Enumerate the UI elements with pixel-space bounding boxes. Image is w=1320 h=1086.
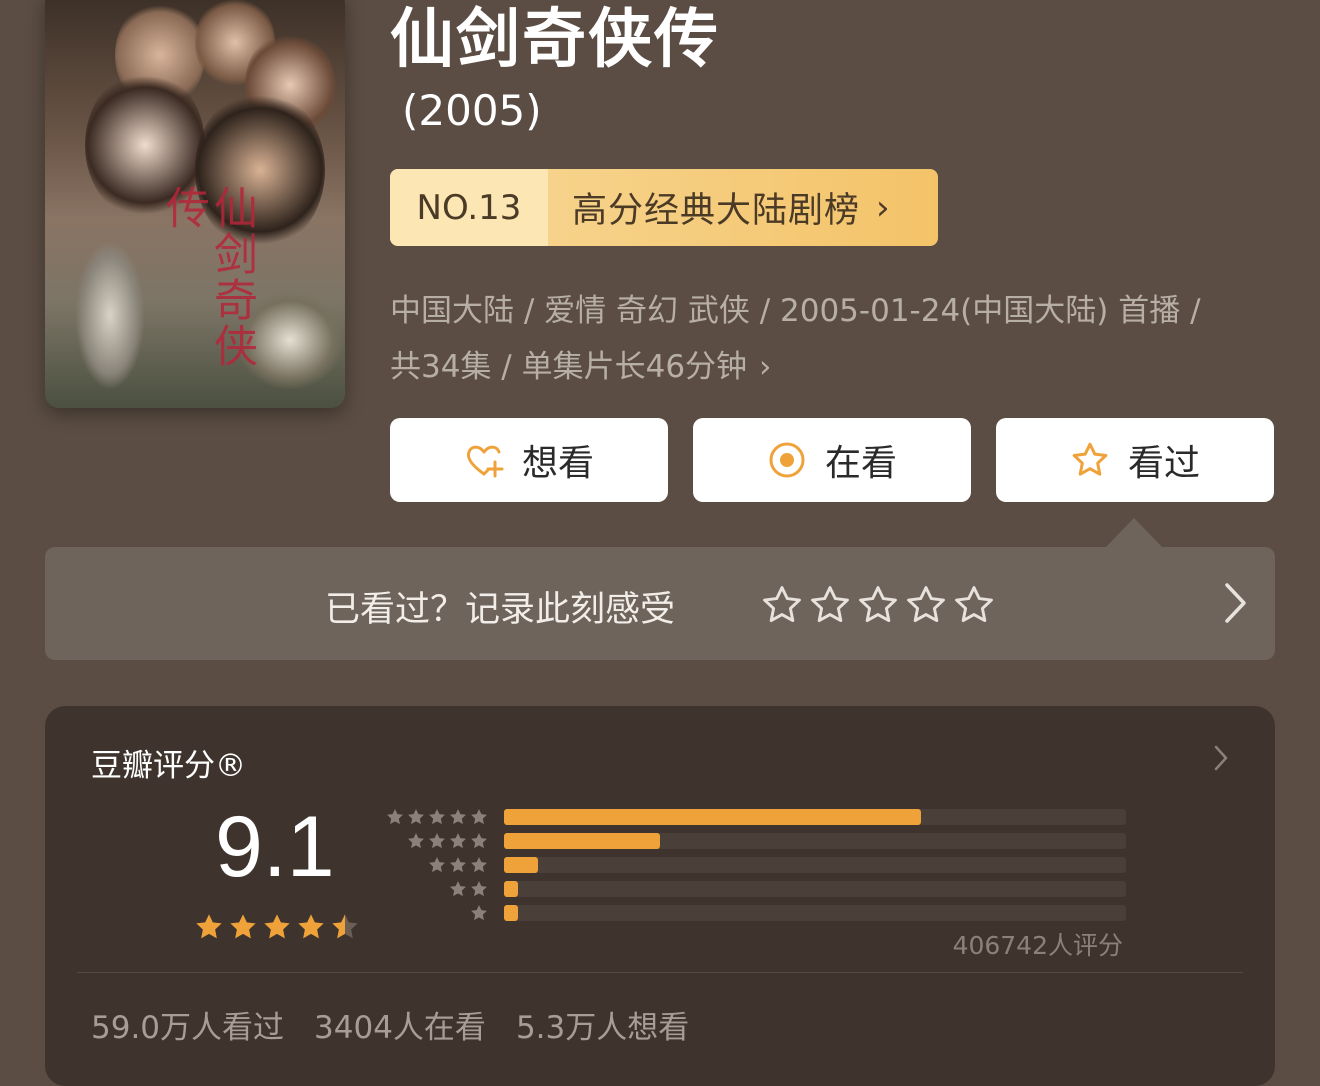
star-small-icon (387, 809, 403, 825)
star-small-icon (450, 881, 466, 897)
star-small-icon (471, 905, 487, 921)
star-small-icon (471, 857, 487, 873)
chevron-right-icon: › (759, 349, 772, 385)
star-small-icon (450, 857, 466, 873)
star-filled-icon (230, 914, 256, 939)
rank-list-name: 高分经典大陆剧榜 › (548, 169, 938, 246)
rating-stars (193, 911, 361, 943)
vote-count: 406742人评分 (952, 931, 1123, 960)
want-count[interactable]: 5.3万人想看 (516, 1002, 689, 1047)
star-small-icon (450, 809, 466, 825)
target-icon (769, 442, 805, 478)
star-small-icon (471, 809, 487, 825)
distribution-row (385, 878, 1145, 898)
distribution-stars (469, 903, 489, 923)
distribution-track (504, 881, 1126, 897)
star-outline-icon[interactable] (904, 583, 948, 627)
popover-pointer (1105, 518, 1163, 548)
star-small-icon (471, 881, 487, 897)
distribution-bar (504, 833, 660, 849)
distribution-bar (504, 809, 921, 825)
star-outline-icon[interactable] (856, 583, 900, 627)
rate-prompt-text: 已看过？记录此刻感受 (325, 590, 676, 630)
star-small-icon (471, 833, 487, 849)
distribution-row (385, 902, 1145, 922)
star-small-icon (408, 833, 424, 849)
rating-score: 9.1 (215, 799, 335, 895)
distribution-track (504, 833, 1126, 849)
watched-label: 看过 (1127, 443, 1200, 484)
ranking-badge[interactable]: NO.13 高分经典大陆剧榜 › (390, 169, 938, 246)
want-to-watch-label: 想看 (521, 443, 594, 484)
watched-count[interactable]: 59.0万人看过 (91, 1002, 284, 1047)
distribution-track (504, 905, 1126, 921)
rate-prompt-bar[interactable]: 已看过？记录此刻感受 (45, 547, 1275, 660)
distribution-stars (406, 831, 489, 851)
star-small-icon (450, 833, 466, 849)
rating-card-title: 豆瓣评分® (91, 748, 246, 784)
distribution-stars (385, 807, 489, 827)
distribution-stars (427, 855, 489, 875)
star-small-icon (429, 857, 445, 873)
star-outline-icon (1072, 442, 1108, 476)
watching-label: 在看 (824, 443, 897, 484)
chevron-right-icon (1225, 583, 1246, 623)
star-half-icon (332, 914, 358, 939)
star-filled-icon (264, 914, 290, 939)
star-outline-icon[interactable] (760, 583, 804, 627)
star-small-icon (408, 809, 424, 825)
release-year: (2005) (402, 86, 542, 135)
page-title: 仙剑奇侠传 (390, 3, 720, 77)
distribution-row (385, 854, 1145, 874)
rank-number: NO.13 (390, 169, 548, 246)
want-to-watch-button[interactable]: 想看 (390, 418, 668, 502)
show-meta-info[interactable]: 中国大陆 / 爱情 奇幻 武侠 / 2005-01-24(中国大陆) 首播 / … (390, 283, 1270, 395)
poster-title-calligraphy: 仙剑奇侠传 (158, 185, 257, 369)
watching-count[interactable]: 3404人在看 (314, 1002, 486, 1047)
distribution-row (385, 806, 1145, 826)
star-outline-icon[interactable] (952, 583, 996, 627)
star-outline-icon[interactable] (808, 583, 852, 627)
watch-stats: 59.0万人看过 3404人在看 5.3万人想看 (91, 1002, 689, 1047)
meta-line-1: 中国大陆 / 爱情 奇幻 武侠 / 2005-01-24(中国大陆) 首播 / (390, 293, 1201, 329)
distribution-stars (448, 879, 489, 899)
meta-line-2: 共34集 / 单集片长46分钟 › (390, 339, 1270, 395)
distribution-bar (504, 905, 518, 921)
distribution-track (504, 857, 1126, 873)
heart-plus-icon (466, 445, 504, 478)
poster-image[interactable]: 仙剑奇侠传 (45, 0, 345, 408)
poster-figure (75, 240, 145, 390)
star-filled-icon (196, 914, 222, 939)
chevron-right-icon (1214, 745, 1228, 771)
meta-episodes: 共34集 / 单集片长46分钟 (390, 349, 748, 385)
rate-stars (760, 583, 996, 627)
rating-card[interactable]: 豆瓣评分® 9.1 406742人评分 59.0万人看过 3404人在看 5.3… (45, 706, 1275, 1086)
divider (77, 972, 1243, 973)
distribution-row (385, 830, 1145, 850)
star-filled-icon (298, 914, 324, 939)
watched-button[interactable]: 看过 (996, 418, 1274, 502)
watching-button[interactable]: 在看 (693, 418, 971, 502)
distribution-bar (504, 857, 539, 873)
distribution-track (504, 809, 1126, 825)
distribution-bar (504, 881, 518, 897)
star-small-icon (429, 809, 445, 825)
rank-list-label: 高分经典大陆剧榜 (572, 191, 861, 231)
star-small-icon (429, 833, 445, 849)
chevron-right-icon: › (876, 187, 891, 228)
